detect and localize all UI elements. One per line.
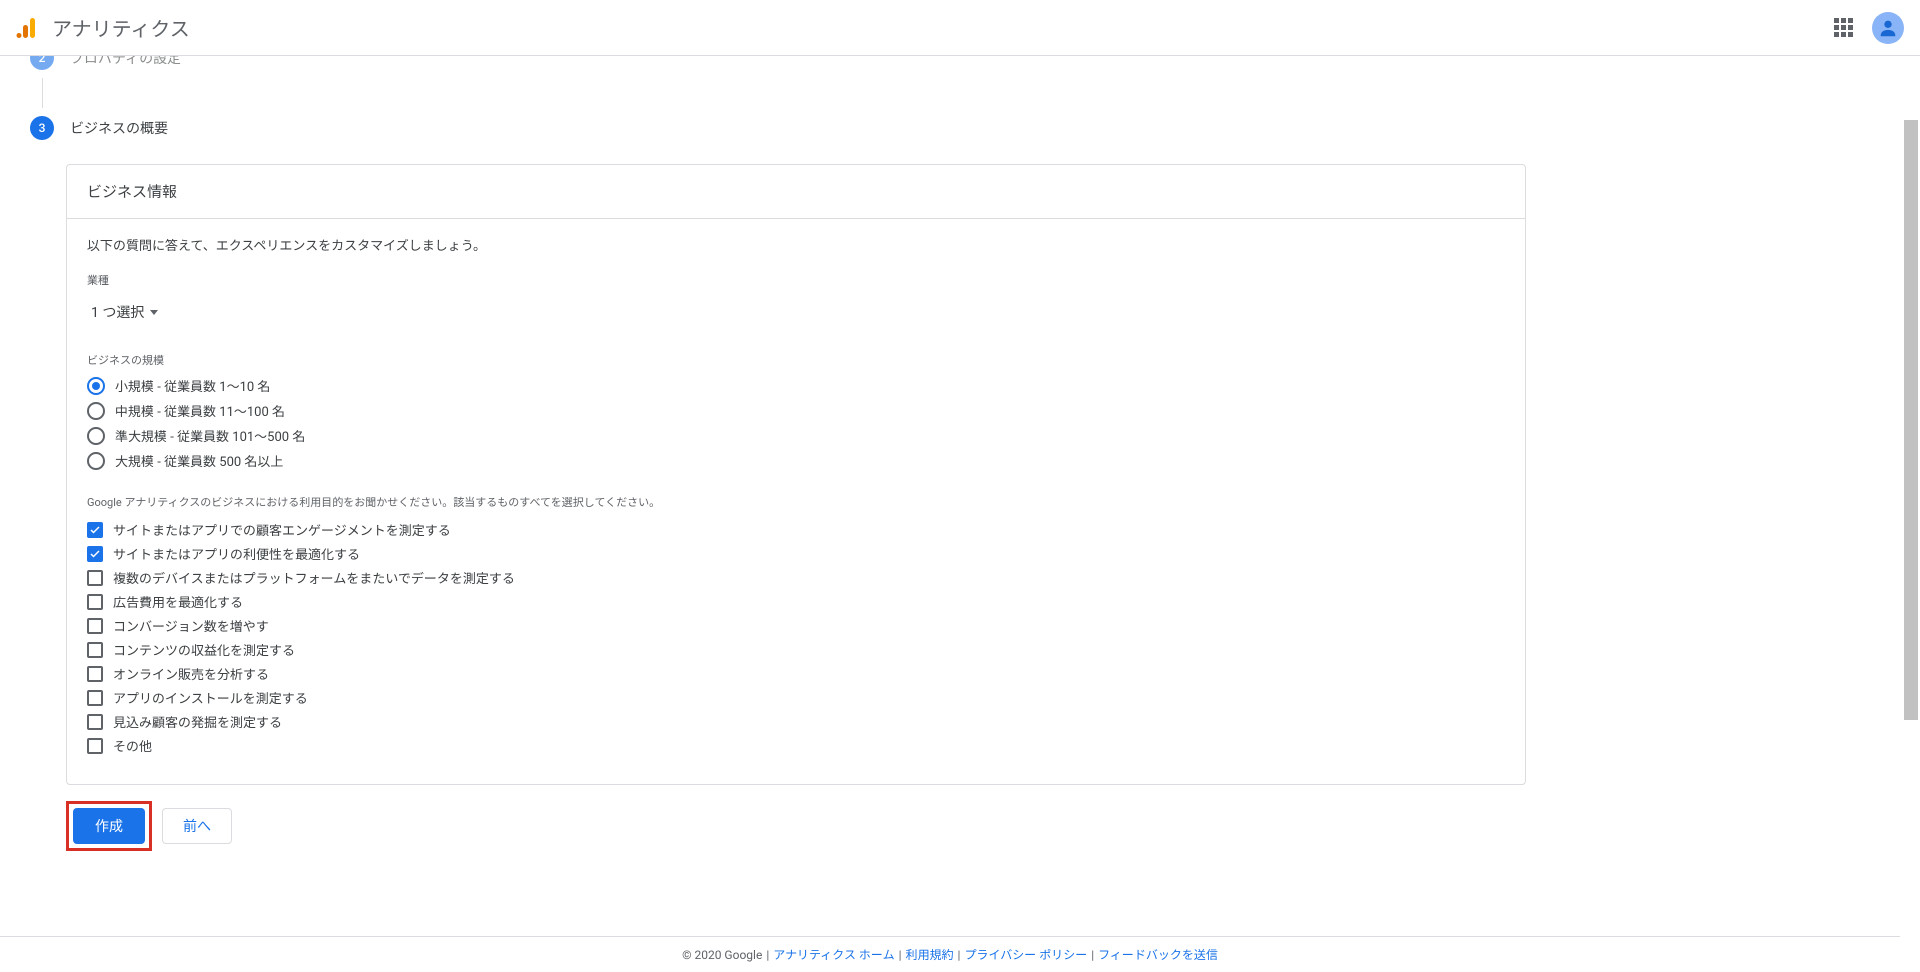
avatar[interactable] [1872, 12, 1904, 44]
checkbox-purpose-3[interactable]: 広告費用を最適化する [87, 592, 1505, 611]
footer-link-feedback[interactable]: フィードバックを送信 [1098, 946, 1218, 963]
purpose-group: サイトまたはアプリでの顧客エンゲージメントを測定するサイトまたはアプリの利便性を… [87, 520, 1505, 755]
radio-label: 準大規模 - 従業員数 101～500 名 [115, 426, 305, 445]
radio-icon [87, 452, 105, 470]
checkbox-label: オンライン販売を分析する [113, 664, 269, 683]
highlight-box: 作成 [66, 801, 152, 851]
radio-label: 大規模 - 従業員数 500 名以上 [115, 451, 283, 470]
app-title: アナリティクス [52, 13, 190, 42]
radio-size-3[interactable]: 大規模 - 従業員数 500 名以上 [87, 451, 1505, 470]
checkbox-purpose-9[interactable]: その他 [87, 736, 1505, 755]
checkbox-icon [87, 714, 103, 730]
checkbox-label: その他 [113, 736, 152, 755]
back-button[interactable]: 前へ [162, 808, 232, 844]
step-number: 2 [30, 56, 54, 70]
checkbox-icon [87, 666, 103, 682]
checkbox-purpose-1[interactable]: サイトまたはアプリの利便性を最適化する [87, 544, 1505, 563]
header-right [1832, 12, 1904, 44]
checkbox-label: 見込み顧客の発掘を測定する [113, 712, 282, 731]
radio-size-2[interactable]: 準大規模 - 従業員数 101～500 名 [87, 426, 1505, 445]
chevron-down-icon [150, 310, 158, 315]
industry-dropdown[interactable]: 1 つ選択 [87, 296, 162, 328]
business-info-card: ビジネス情報 以下の質問に答えて、エクスペリエンスをカスタマイズしましょう。 業… [66, 164, 1526, 785]
action-buttons: 作成 前へ [66, 801, 1540, 851]
checkbox-label: サイトまたはアプリの利便性を最適化する [113, 544, 360, 563]
checkbox-purpose-8[interactable]: 見込み顧客の発掘を測定する [87, 712, 1505, 731]
analytics-logo-icon [16, 16, 40, 40]
checkbox-purpose-0[interactable]: サイトまたはアプリでの顧客エンゲージメントを測定する [87, 520, 1505, 539]
checkbox-label: 広告費用を最適化する [113, 592, 243, 611]
copyright: © 2020 Google [682, 948, 762, 962]
footer-link-terms[interactable]: 利用規約 [906, 946, 954, 963]
step-label: ビジネスの概要 [70, 118, 168, 138]
create-button[interactable]: 作成 [73, 808, 145, 844]
checkbox-purpose-6[interactable]: オンライン販売を分析する [87, 664, 1505, 683]
main-content: 2 プロパティの設定 3 ビジネスの概要 ビジネス情報 以下の質問に答えて、エク… [0, 56, 1540, 906]
scrollbar-thumb[interactable] [1904, 120, 1918, 720]
footer-link-home[interactable]: アナリティクス ホーム [773, 946, 894, 963]
step-label: プロパティの設定 [70, 56, 181, 68]
checkbox-label: コンテンツの収益化を測定する [113, 640, 295, 659]
checkbox-icon [87, 738, 103, 754]
step-number: 3 [30, 116, 54, 140]
checkbox-icon [87, 522, 103, 538]
step-3: 3 ビジネスの概要 [30, 116, 1540, 140]
scrollbar[interactable] [1904, 60, 1918, 760]
radio-label: 小規模 - 従業員数 1～10 名 [115, 376, 270, 395]
radio-size-0[interactable]: 小規模 - 従業員数 1～10 名 [87, 376, 1505, 395]
checkbox-purpose-7[interactable]: アプリのインストールを測定する [87, 688, 1505, 707]
checkbox-label: サイトまたはアプリでの顧客エンゲージメントを測定する [113, 520, 451, 539]
checkbox-label: 複数のデバイスまたはプラットフォームをまたいでデータを測定する [113, 568, 515, 587]
checkbox-icon [87, 570, 103, 586]
radio-icon [87, 377, 105, 395]
radio-label: 中規模 - 従業員数 11～100 名 [115, 401, 285, 420]
checkbox-purpose-5[interactable]: コンテンツの収益化を測定する [87, 640, 1505, 659]
card-title: ビジネス情報 [67, 165, 1525, 219]
checkbox-label: アプリのインストールを測定する [113, 688, 308, 707]
checkbox-icon [87, 618, 103, 634]
checkbox-icon [87, 594, 103, 610]
checkbox-icon [87, 642, 103, 658]
checkbox-label: コンバージョン数を増やす [113, 616, 269, 635]
checkbox-purpose-4[interactable]: コンバージョン数を増やす [87, 616, 1505, 635]
step-2[interactable]: 2 プロパティの設定 [30, 56, 1540, 70]
industry-label: 業種 [87, 272, 1505, 288]
footer-link-privacy[interactable]: プライバシー ポリシー [964, 946, 1087, 963]
purpose-hint: Google アナリティクスのビジネスにおける利用目的をお聞かせください。該当す… [87, 494, 1505, 510]
step-connector [42, 78, 43, 108]
footer: © 2020 Google | アナリティクス ホーム | 利用規約 | プライ… [0, 936, 1900, 972]
radio-size-1[interactable]: 中規模 - 従業員数 11～100 名 [87, 401, 1505, 420]
business-size-label: ビジネスの規模 [87, 352, 1505, 368]
card-body: 以下の質問に答えて、エクスペリエンスをカスタマイズしましょう。 業種 1 つ選択… [67, 219, 1525, 784]
dropdown-value: 1 つ選択 [91, 302, 144, 322]
checkbox-icon [87, 546, 103, 562]
radio-icon [87, 402, 105, 420]
checkbox-purpose-2[interactable]: 複数のデバイスまたはプラットフォームをまたいでデータを測定する [87, 568, 1505, 587]
instruction-text: 以下の質問に答えて、エクスペリエンスをカスタマイズしましょう。 [87, 235, 1505, 254]
apps-icon[interactable] [1832, 16, 1856, 40]
header-left: アナリティクス [16, 13, 190, 42]
checkbox-icon [87, 690, 103, 706]
business-size-group: 小規模 - 従業員数 1～10 名中規模 - 従業員数 11～100 名準大規模… [87, 376, 1505, 470]
radio-icon [87, 427, 105, 445]
app-header: アナリティクス [0, 0, 1920, 56]
